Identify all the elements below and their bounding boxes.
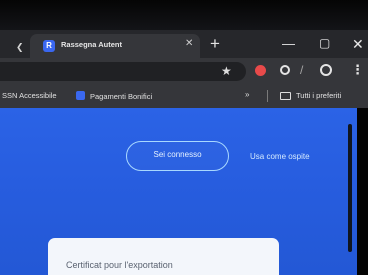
camera-bezel bbox=[0, 0, 368, 34]
chevron-right-icon[interactable]: » bbox=[245, 90, 249, 99]
bookmark-item[interactable]: SSN Accessibile bbox=[2, 91, 57, 100]
screen-edge bbox=[357, 108, 368, 275]
tab-strip: ❮ R Rassegna Autent ✕ + — ▢ ✕ bbox=[0, 30, 368, 58]
window-close-icon[interactable]: ✕ bbox=[352, 36, 364, 53]
extension-icon[interactable] bbox=[255, 65, 266, 76]
menu-icon[interactable]: ⋮ bbox=[351, 62, 364, 78]
minimize-icon[interactable]: — bbox=[282, 36, 295, 51]
toolbar-divider: / bbox=[300, 63, 304, 77]
address-bar[interactable]: ★ bbox=[0, 62, 246, 81]
bookmark-favicon-icon bbox=[76, 91, 85, 100]
tab-title: Rassegna Autent bbox=[61, 40, 122, 49]
certificate-card-label: Certificat pour l'exportation bbox=[66, 260, 173, 270]
active-tab[interactable]: R Rassegna Autent ✕ bbox=[30, 34, 200, 58]
tab-search-icon[interactable]: ❮ bbox=[16, 42, 24, 53]
tab-favicon-icon: R bbox=[43, 40, 55, 52]
bookmarks-bar: SSN Accessibile Pagamenti Bonifici » Tut… bbox=[0, 85, 368, 108]
folder-icon bbox=[280, 92, 291, 100]
signin-button-label: Sei connesso bbox=[153, 150, 202, 159]
url-input[interactable] bbox=[8, 65, 202, 80]
guest-link[interactable]: Usa come ospite bbox=[250, 152, 310, 161]
close-icon[interactable]: ✕ bbox=[185, 38, 193, 49]
bookmark-label: Pagamenti Bonifici bbox=[90, 92, 153, 101]
profile-icon[interactable] bbox=[320, 64, 332, 76]
star-icon[interactable]: ★ bbox=[221, 64, 232, 78]
browser-toolbar: ★ / ⋮ bbox=[0, 58, 368, 85]
bookmarks-separator bbox=[267, 90, 268, 102]
all-bookmarks-link[interactable]: Tutti i preferiti bbox=[296, 91, 341, 100]
extension-icon[interactable] bbox=[280, 65, 290, 75]
plus-icon[interactable]: + bbox=[210, 35, 220, 52]
maximize-icon[interactable]: ▢ bbox=[319, 36, 330, 50]
signin-button[interactable]: Sei connesso bbox=[126, 141, 229, 171]
scrollbar[interactable] bbox=[348, 124, 352, 252]
certificate-card[interactable]: Certificat pour l'exportation bbox=[48, 238, 279, 275]
bookmark-item[interactable]: Pagamenti Bonifici bbox=[76, 91, 152, 101]
